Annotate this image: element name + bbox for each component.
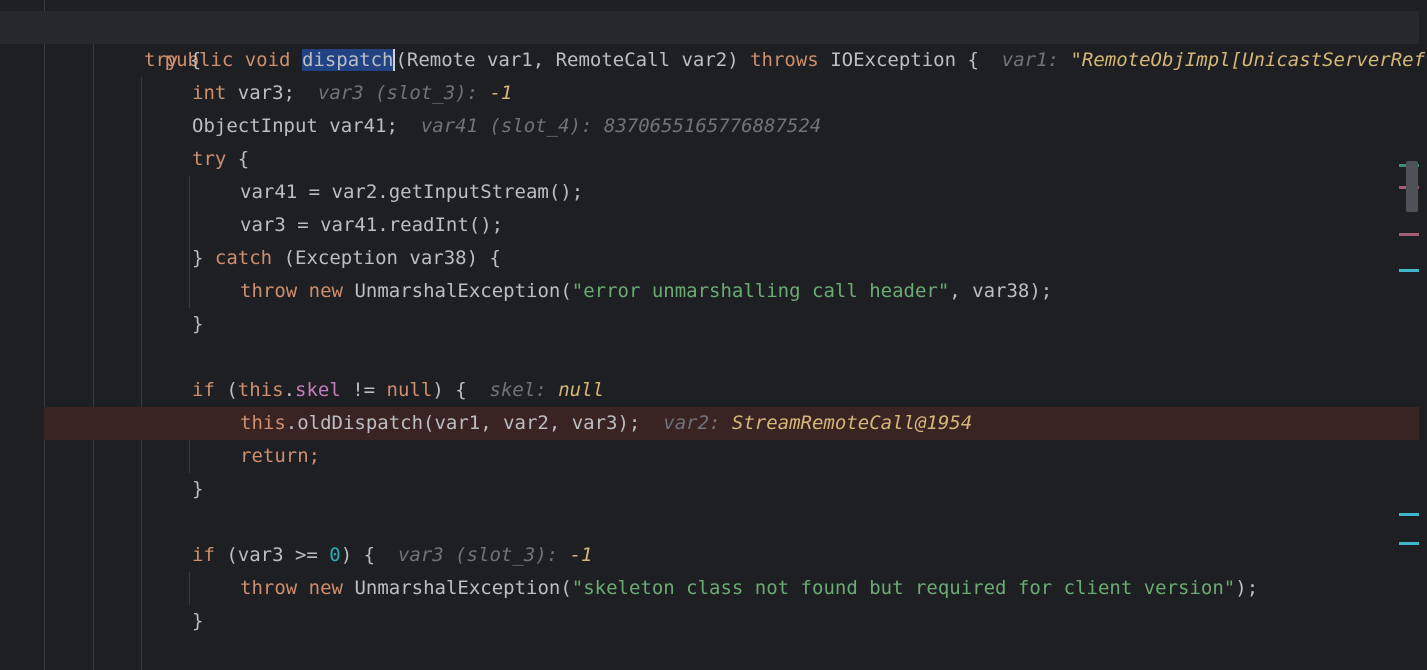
code-line[interactable]: try { [0,44,1419,77]
code-line[interactable]: ObjectInput var41; var41 (slot_4): 83706… [0,110,1419,143]
debug-hint-label: skel: [489,379,547,401]
scrollbar-markers[interactable] [1399,0,1419,670]
scroll-marker[interactable] [1399,233,1419,236]
keyword: throw [240,577,298,599]
debug-hint-value[interactable]: StreamRemoteCall@1954 [732,412,972,434]
code-line[interactable]: } [0,308,1419,341]
code-text: ) { [340,544,376,566]
code-text: (var3 >= [226,544,330,566]
brace: } [192,610,204,632]
string-literal: "error unmarshalling call header" [571,280,950,302]
brace: } [192,478,204,500]
code-editor[interactable]: public void dispatch (Remote var1, Remote… [0,0,1427,670]
code-line[interactable]: } catch (Exception var38) { [0,242,1419,275]
code-line[interactable]: public void dispatch (Remote var1, Remote… [0,11,1425,71]
debug-hint-value[interactable]: null [558,379,604,401]
brace: } [192,247,204,269]
code-text: , var38); [949,280,1053,302]
code-line[interactable]: var3 = var41.readInt(); [0,209,1419,242]
type-name: ObjectInput [192,115,318,137]
number-literal: 0 [329,544,341,566]
keyword: this [237,379,284,401]
code-line[interactable]: throw new UnmarshalException("error unma… [0,275,1419,308]
code-line[interactable]: throw new UnmarshalException("skeleton c… [0,572,1419,605]
breakpoint-line[interactable]: this.oldDispatch(var1, var2, var3); var2… [44,407,1419,440]
code-line[interactable]: if (var3 >= 0) { var3 (slot_3): -1 [0,539,1419,572]
keyword: if [192,379,215,401]
scroll-marker[interactable] [1399,269,1419,272]
paren: ( [226,379,238,401]
code-text: ); [1235,577,1259,599]
field-name: skel [295,379,341,401]
debug-hint-label: var3 (slot_3): [317,82,479,104]
code-line[interactable]: } [0,605,1419,638]
class-name: UnmarshalException( [354,577,572,599]
keyword: this [240,412,286,434]
dot: . [283,379,296,401]
code-text: var41; [329,115,398,137]
debug-hint-label: var2: [663,412,721,434]
keyword: new [308,577,343,599]
operator: != [340,379,387,401]
code-line[interactable]: var41 = var2.getInputStream(); [0,176,1419,209]
keyword: try [144,49,179,71]
class-name: UnmarshalException( [354,280,572,302]
keyword: new [308,280,343,302]
debug-hint-value[interactable]: -1 [570,544,593,566]
string-literal: "skeleton class not found but required f… [571,577,1236,599]
code-text: .oldDispatch(var1, var2, var3); [285,412,641,434]
debug-hint-label: var41 (slot_4): [420,115,593,137]
debug-hint-value[interactable]: 8370655165776887524 [604,115,821,137]
brace: { [189,49,202,71]
brace: } [192,313,204,335]
keyword: try [192,148,227,170]
keyword: null [386,379,433,401]
keyword: throw [240,280,298,302]
scroll-marker[interactable] [1399,513,1419,516]
code-text: ) { [432,379,467,401]
code-line[interactable]: return; [0,440,1419,473]
keyword: if [192,544,215,566]
code-text: var41 = var2.getInputStream(); [240,181,584,203]
code-line[interactable]: int var3; var3 (slot_3): -1 [0,77,1419,110]
keyword: return; [240,445,321,467]
code-text: var3; [237,82,295,104]
code-text: (Exception var38) { [283,247,501,269]
code-line[interactable]: try { [0,143,1419,176]
debug-hint-value[interactable]: -1 [489,82,512,104]
code-line[interactable]: if (this.skel != null) { skel: null [0,374,1419,407]
debug-hint-label: var3 (slot_3): [397,544,559,566]
code-line[interactable]: } [0,473,1419,506]
brace: { [237,148,250,170]
scroll-marker[interactable] [1399,542,1419,545]
keyword: catch [214,247,273,269]
keyword: int [192,82,227,104]
code-text: var3 = var41.readInt(); [240,214,504,236]
scrollbar-thumb[interactable] [1406,161,1418,212]
